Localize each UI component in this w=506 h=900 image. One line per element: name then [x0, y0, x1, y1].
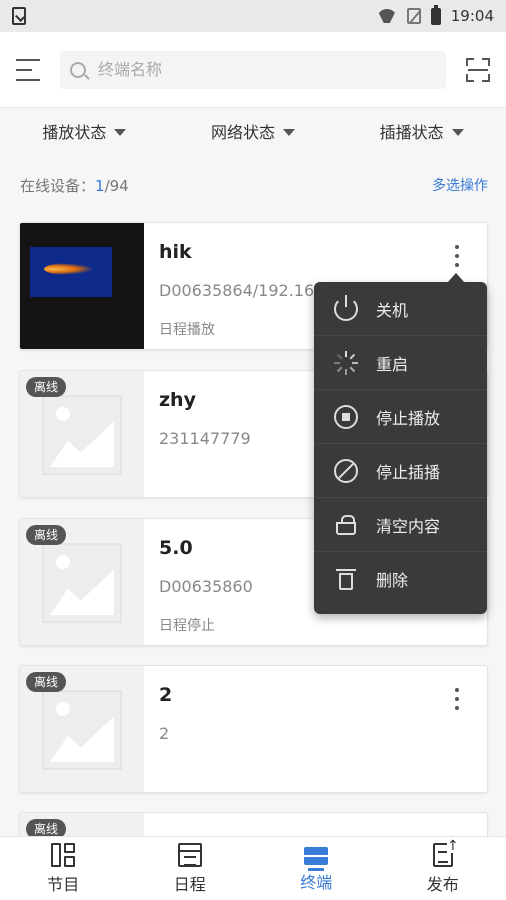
- menu-item-stop-playback[interactable]: 停止播放: [314, 390, 487, 444]
- scan-icon[interactable]: [466, 57, 490, 82]
- search-icon: [70, 61, 86, 78]
- status-bar: 19:04: [0, 0, 506, 32]
- device-id: 2: [159, 724, 170, 743]
- filter-bar: 播放状态 网络状态 插播状态: [0, 108, 506, 154]
- no-sim-icon: [406, 8, 421, 24]
- wifi-icon: [377, 9, 397, 23]
- caret-down-icon: [451, 129, 464, 136]
- nav-publish[interactable]: 发布: [380, 837, 506, 900]
- nav-program[interactable]: 节目: [0, 837, 127, 900]
- device-thumbnail: 离线: [20, 666, 144, 792]
- caret-down-icon: [114, 129, 127, 136]
- app-header: [0, 32, 506, 108]
- menu-icon[interactable]: [16, 58, 42, 81]
- device-action-menu: 关机 重启 停止播放 停止插播 清空内容 删除: [314, 273, 487, 614]
- online-count: 1: [95, 176, 105, 195]
- online-summary: 在线设备：1/94 多选操作: [20, 172, 488, 198]
- device-name: 5.0: [159, 537, 193, 559]
- basket-icon: [334, 513, 358, 537]
- device-status: 日程停止: [159, 618, 215, 634]
- menu-item-shutdown[interactable]: 关机: [314, 282, 487, 336]
- clock: 19:04: [450, 7, 494, 25]
- download-icon: [12, 7, 26, 25]
- menu-item-stop-insert[interactable]: 停止插播: [314, 444, 487, 498]
- trash-icon: [334, 567, 358, 591]
- nav-schedule[interactable]: 日程: [127, 837, 254, 900]
- multi-select-button[interactable]: 多选操作: [432, 175, 488, 195]
- device-id: 231147779: [159, 429, 251, 448]
- device-id: D00635860: [159, 577, 253, 596]
- filter-network-status[interactable]: 网络状态: [211, 119, 295, 143]
- more-options-icon[interactable]: [449, 688, 465, 710]
- device-thumbnail: [20, 223, 144, 349]
- publish-icon: [432, 838, 459, 867]
- more-options-icon[interactable]: [449, 245, 465, 267]
- image-placeholder-icon: [42, 395, 122, 475]
- restart-spinner-icon: [334, 350, 358, 375]
- menu-item-clear-content[interactable]: 清空内容: [314, 498, 487, 552]
- search-input[interactable]: [98, 60, 398, 79]
- offline-badge: 离线: [26, 672, 67, 692]
- offline-badge: 离线: [26, 377, 67, 397]
- search-bar[interactable]: [60, 50, 446, 89]
- bottom-navigation: 节目 日程 终端 发布: [0, 836, 506, 900]
- total-count: /94: [104, 176, 129, 195]
- terminal-icon: [304, 846, 329, 871]
- schedule-icon: [177, 842, 202, 867]
- device-thumbnail: 离线: [20, 371, 144, 497]
- device-name: 2: [159, 684, 173, 706]
- menu-item-restart[interactable]: 重启: [314, 336, 487, 390]
- device-card[interactable]: 离线 2 2: [19, 665, 488, 793]
- caret-down-icon: [282, 129, 295, 136]
- online-label: 在线设备：1/94: [20, 176, 129, 195]
- stop-icon: [334, 404, 358, 429]
- image-placeholder-icon: [42, 543, 122, 623]
- jellyfish-image: [30, 247, 112, 297]
- device-name: hik: [159, 241, 192, 263]
- device-thumbnail: 离线: [20, 519, 144, 645]
- device-status: 日程播放: [159, 322, 215, 338]
- menu-item-delete[interactable]: 删除: [314, 552, 487, 606]
- filter-insert-status[interactable]: 插播状态: [380, 119, 464, 143]
- battery-icon: [430, 4, 441, 25]
- filter-play-status[interactable]: 播放状态: [42, 119, 127, 143]
- device-name: zhy: [159, 389, 196, 411]
- power-icon: [334, 294, 358, 321]
- offline-badge: 离线: [26, 525, 67, 545]
- program-icon: [51, 842, 76, 867]
- image-placeholder-icon: [42, 690, 122, 770]
- nav-terminal[interactable]: 终端: [253, 837, 380, 900]
- ban-icon: [334, 458, 358, 483]
